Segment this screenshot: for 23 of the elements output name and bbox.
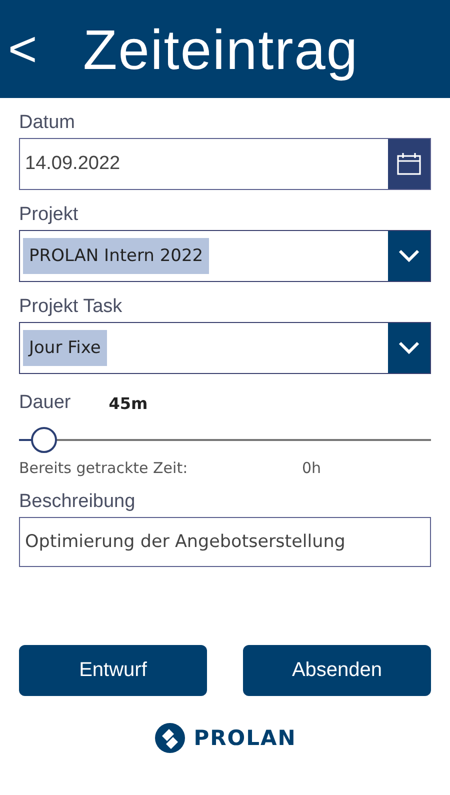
- slider-thumb[interactable]: [30, 427, 57, 453]
- field-label: Projekt: [19, 204, 80, 226]
- calendar-icon[interactable]: [396, 151, 422, 177]
- dropdown[interactable]: PROLAN Intern 2022: [19, 230, 431, 282]
- action-button[interactable]: Entwurf: [19, 645, 207, 696]
- field-label: Beschreibung: [19, 491, 136, 513]
- tracked-time-value: 0h: [302, 459, 322, 477]
- duration-reading: 45m: [108, 394, 148, 412]
- date-field[interactable]: 14.09.2022: [19, 138, 431, 190]
- dropdown[interactable]: Jour Fixe: [19, 322, 431, 374]
- field-label: Datum: [19, 112, 76, 134]
- back-button[interactable]: <: [8, 24, 83, 74]
- duration-slider[interactable]: [19, 426, 431, 454]
- logo-text: PROLAN: [194, 726, 296, 750]
- field-label: Projekt Task: [19, 296, 124, 318]
- description-field[interactable]: Optimierung der Angebotserstellung: [19, 517, 431, 567]
- chevron-down-icon: [398, 249, 420, 263]
- chevron-down-icon: [398, 341, 420, 355]
- tracked-time-label: Bereits getrackte Zeit:: [19, 459, 189, 477]
- action-button[interactable]: Absenden: [243, 645, 431, 696]
- logo-icon: [154, 722, 186, 754]
- field-label: Dauer: [19, 392, 71, 414]
- page-title: Zeiteintrag: [83, 16, 359, 82]
